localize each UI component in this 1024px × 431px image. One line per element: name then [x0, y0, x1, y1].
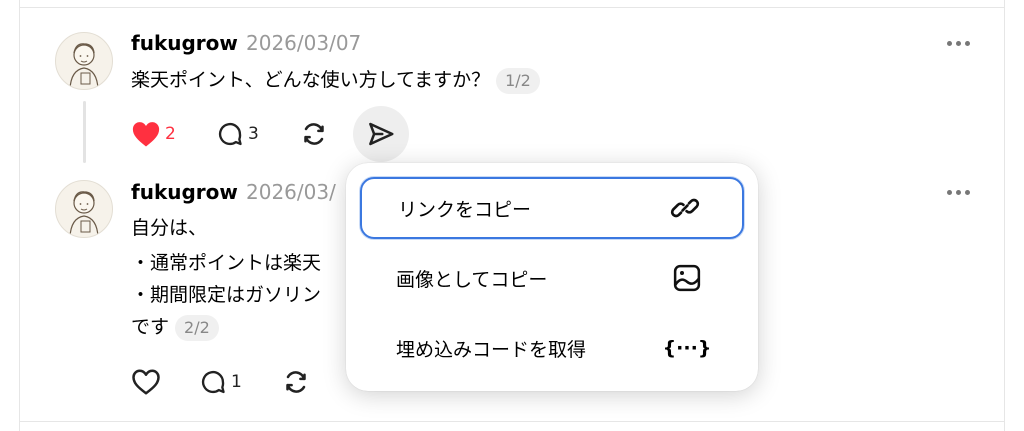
more-options-button[interactable] — [943, 33, 973, 53]
dot-icon — [964, 189, 970, 195]
top-divider — [19, 7, 1005, 8]
dot-icon — [955, 189, 961, 195]
more-options-button[interactable] — [943, 182, 973, 202]
image-icon — [670, 261, 704, 295]
username[interactable]: fukugrow — [131, 31, 238, 55]
avatar[interactable] — [55, 32, 113, 90]
share-button[interactable] — [353, 106, 409, 162]
reply-count: 1 — [231, 372, 242, 392]
thread-page-badge: 2/2 — [175, 314, 219, 341]
reply-button[interactable]: 3 — [216, 119, 259, 149]
heart-outline-icon — [132, 369, 160, 395]
dot-icon — [946, 189, 952, 195]
post-line: ・通常ポイントは楽天 — [131, 252, 322, 274]
dot-icon — [955, 40, 961, 46]
like-count: 2 — [165, 124, 176, 144]
post-date[interactable]: 2026/03/ — [246, 180, 336, 204]
menu-item-label: リンクをコピー — [398, 198, 532, 221]
like-button[interactable] — [131, 367, 161, 397]
thread-connector-line — [83, 101, 86, 163]
left-border — [19, 0, 20, 431]
dot-icon — [946, 40, 952, 46]
dot-icon — [964, 40, 970, 46]
post-line: 楽天ポイント、どんな使い方してますか？ — [131, 69, 491, 91]
copy-link-menu-item[interactable]: リンクをコピー — [360, 177, 744, 239]
menu-item-label: 画像としてコピー — [396, 268, 548, 291]
avatar[interactable] — [55, 180, 113, 238]
threads-feed: fukugrow 2026/03/07 楽天ポイント、どんな使い方してますか？ 1… — [0, 0, 1024, 431]
post-line: です — [131, 316, 170, 338]
right-border — [1004, 0, 1005, 431]
post-line: ・期間限定はガソリン — [131, 284, 322, 306]
username[interactable]: fukugrow — [131, 180, 238, 204]
send-icon — [369, 122, 394, 146]
repost-icon — [304, 123, 324, 145]
post-text-last-line: です 2/2 — [131, 312, 219, 342]
like-button[interactable]: 2 — [131, 119, 176, 149]
avatar-illustration — [69, 191, 99, 237]
repost-button[interactable] — [299, 119, 329, 149]
post-date[interactable]: 2026/03/07 — [246, 31, 361, 55]
repost-icon — [286, 371, 306, 393]
comment-icon — [218, 122, 242, 146]
embed-code-icon: {···} — [662, 337, 712, 359]
thread-page-badge: 1/2 — [496, 67, 540, 94]
bottom-divider — [19, 421, 1005, 422]
menu-item-label: 埋め込みコードを取得 — [396, 338, 587, 361]
repost-button[interactable] — [281, 367, 311, 397]
post-text: 楽天ポイント、どんな使い方してますか？ 1/2 — [131, 65, 540, 95]
get-embed-code-menu-item[interactable]: 埋め込みコードを取得 {···} — [360, 317, 744, 379]
comment-icon — [201, 370, 225, 394]
heart-filled-icon — [132, 122, 160, 147]
link-icon — [668, 191, 702, 225]
avatar-illustration — [69, 43, 99, 89]
post-line: 自分は、 — [131, 217, 208, 239]
reply-button[interactable]: 1 — [199, 367, 242, 397]
copy-as-image-menu-item[interactable]: 画像としてコピー — [360, 247, 744, 309]
reply-count: 3 — [248, 124, 259, 144]
share-menu: リンクをコピー 画像としてコピー 埋め込みコードを取得 {···} — [346, 163, 758, 391]
